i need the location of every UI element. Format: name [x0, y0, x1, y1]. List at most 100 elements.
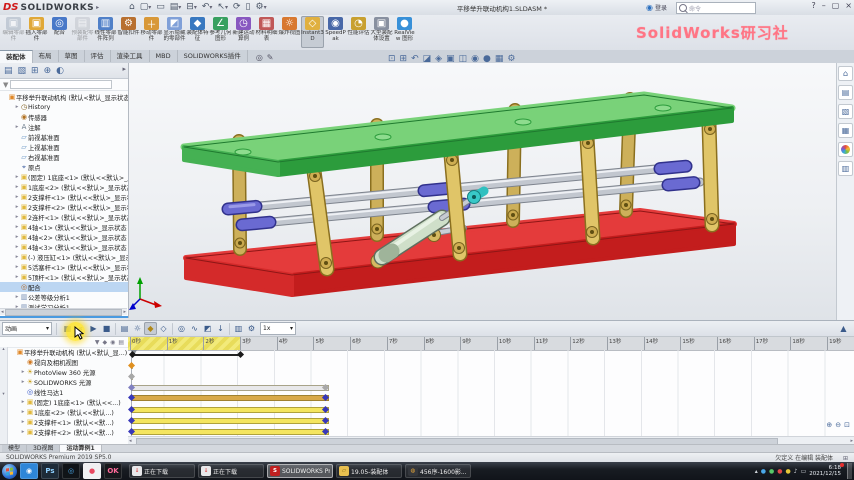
feature-tree-item[interactable]: ▸ ▱ 右视基准面 — [0, 152, 128, 162]
motion-toolbar-button[interactable]: ↓ — [214, 322, 227, 335]
motion-toolbar-button[interactable]: ◩ — [201, 322, 214, 335]
motion-tree-item[interactable]: ▸ ▣ 1底座<2> (默认<<默认...) — [8, 407, 128, 417]
heads-up-button[interactable]: ↶ — [411, 54, 419, 64]
tray-icon[interactable]: ● — [769, 468, 774, 475]
ribbon-button[interactable]: ◔ 性能评估 — [347, 16, 370, 48]
tray-icon[interactable]: ● — [786, 468, 791, 475]
ribbon-button[interactable]: ▦ 材料明细表 — [255, 16, 278, 48]
login-button[interactable]: ◉登录 — [646, 2, 670, 13]
ribbon-tab[interactable]: 布局 — [33, 50, 59, 62]
task-pane-button[interactable]: ▤ — [838, 85, 853, 100]
ribbon-tab[interactable]: 渲染工具 — [111, 50, 150, 62]
quick-toolbar-button[interactable]: ⌂ — [128, 1, 136, 13]
task-pane-button[interactable] — [838, 142, 853, 157]
timeline-row[interactable] — [128, 417, 854, 425]
ribbon-tab[interactable]: 草图 — [59, 50, 85, 62]
feature-tree-item[interactable]: ▸ ▣ 5活塞杆<1> (默认<<默认>_显示状态 1>) — [0, 262, 128, 272]
pinned-app-button[interactable]: Ps — [41, 463, 59, 479]
duration-key-point[interactable] — [237, 351, 244, 358]
ribbon-tab[interactable]: SOLIDWORKS插件 — [178, 50, 248, 62]
feature-tree-item[interactable]: ▸ ▣ 2支撑杆<1> (默认<<默认>_显示状态 1>) — [0, 192, 128, 202]
ribbon-button[interactable]: ＋ 移动零部件 — [140, 16, 163, 48]
ribbon-button[interactable]: ◇ Instant3D — [301, 16, 324, 48]
motion-toolbar-button[interactable]: ▤ — [118, 322, 131, 335]
motion-timeline[interactable]: 0秒1秒2秒3秒4秒5秒6秒7秒8秒9秒10秒11秒12秒13秒14秒15秒16… — [128, 337, 854, 444]
tray-icon[interactable]: ▭ — [801, 468, 807, 475]
quick-toolbar-button[interactable]: ↶▾ — [201, 1, 214, 13]
motion-filter-icon[interactable]: ◉ — [110, 339, 115, 346]
heads-up-button[interactable]: ● — [483, 54, 491, 64]
feature-tree-item[interactable]: ▸ ◷ History — [0, 102, 128, 112]
feature-tree-item[interactable]: ▸ ▣ (固定) 1底座<1> (默认<<默认>_显示状态 1>) — [0, 172, 128, 182]
timeline-rows[interactable]: ⊕⊖⊡ — [128, 350, 854, 437]
feature-tree-item[interactable]: ▸ ▱ 前视基准面 — [0, 132, 128, 142]
tab-row-tool-icon[interactable]: ◎ — [256, 53, 263, 62]
tab-row-tool-icon[interactable]: ✎ — [267, 53, 274, 62]
timeline-scrollbar[interactable]: ◂▸ — [128, 436, 854, 444]
feature-tree-item[interactable]: ▸ ▣ 2连杆<1> (默认<<默认>_显示状态 1>) — [0, 212, 128, 222]
heads-up-button[interactable]: ◉ — [471, 54, 479, 64]
timeline-row[interactable] — [128, 384, 854, 392]
quick-toolbar-button[interactable]: ▭ — [155, 1, 166, 13]
ribbon-tab[interactable]: 评估 — [85, 50, 111, 62]
panel-tab-icon[interactable]: ▤ — [4, 66, 13, 76]
study-type-dropdown[interactable]: 动画▾ — [2, 322, 52, 335]
tray-icon[interactable]: ▴ — [755, 468, 758, 475]
filter-icon[interactable]: ▼ — [3, 81, 8, 89]
timeline-row[interactable] — [128, 394, 854, 402]
timeline-row[interactable] — [128, 362, 854, 370]
playback-speed-dropdown[interactable]: 1x▾ — [260, 322, 296, 335]
motion-tree-item[interactable]: ▸ ◉ 视向及相机视图 — [8, 357, 128, 367]
quick-toolbar-button[interactable]: ⚙▾ — [254, 1, 267, 13]
motion-toolbar-button[interactable] — [229, 323, 230, 335]
study-tab[interactable]: 模型 — [2, 445, 27, 452]
panel-tab-icon[interactable]: ⊕ — [44, 66, 52, 76]
motion-tree-item[interactable]: ▸ ☀ PhotoView 360 光源 — [8, 367, 128, 377]
feature-tree-item[interactable]: ▸ ▣ 平移举升联动机构 (默认<默认_显示状态-1>) — [0, 92, 128, 102]
pinned-app-button[interactable]: OK — [104, 463, 122, 479]
ribbon-button[interactable]: ☼ 爆炸视图 — [278, 16, 301, 48]
motion-tree-item[interactable]: ▸ ▣ 平移举升联动机构 (默认<默认_显...) — [8, 347, 128, 357]
motion-toolbar-button[interactable]: ▥ — [232, 322, 245, 335]
motion-tree-item[interactable]: ▸ ☀ SOLIDWORKS 光源 — [8, 377, 128, 387]
ribbon-button[interactable]: ⚙ 智能扣件 — [117, 16, 140, 48]
panel-splitter[interactable] — [0, 316, 128, 318]
quick-toolbar-button[interactable]: ▯ — [245, 1, 252, 13]
ribbon-button[interactable]: ◆ 装配体特征 — [186, 16, 209, 48]
motion-tree-item[interactable]: ▸ ▣ (固定) 1底座<1> (默认<<...) — [8, 397, 128, 407]
heads-up-button[interactable]: ⊞ — [400, 54, 408, 64]
change-bar[interactable] — [131, 407, 329, 413]
tray-icon[interactable]: ● — [761, 468, 766, 475]
taskbar-task-button[interactable]: ◍ 456序-1600影... — [405, 464, 471, 478]
pinned-app-button[interactable]: ◉ — [20, 463, 38, 479]
panel-tab-icon[interactable]: ▧ — [18, 66, 27, 76]
motion-tree-item[interactable]: ▸ ▣ 2支撑杆<1> (默认<<默...) — [8, 417, 128, 427]
change-bar[interactable] — [131, 385, 329, 391]
maximize-button[interactable]: ▢ — [832, 1, 840, 10]
ribbon-button[interactable]: ● RealView 图形 — [393, 16, 416, 48]
feature-tree-item[interactable]: ▸ ▣ 4轴<3> (默认<<默认>_显示状态 1>) — [0, 242, 128, 252]
ribbon-button[interactable]: ▣ 大型装配体设置 — [370, 16, 393, 48]
timeline-zoom-icon[interactable]: ⊖ — [835, 421, 841, 429]
flyout-arrow-icon[interactable]: ▸ — [122, 65, 126, 73]
change-bar[interactable] — [131, 418, 329, 424]
tray-icon[interactable]: ♪ — [794, 468, 798, 475]
task-pane-button[interactable]: ▥ — [838, 161, 853, 176]
ribbon-button[interactable]: ▣ 编辑零部件 — [2, 16, 25, 48]
motion-toolbar-button[interactable]: ⚙ — [245, 322, 258, 335]
motion-filter-icon[interactable]: ▼ — [95, 339, 100, 346]
ribbon-button[interactable]: ◎ 配合 — [48, 16, 71, 48]
tree-horizontal-scrollbar[interactable]: ◂▸ — [0, 308, 127, 315]
motion-filter-icon[interactable]: ▤ — [118, 339, 124, 346]
change-bar[interactable] — [131, 429, 329, 435]
motion-toolbar-button[interactable] — [115, 323, 116, 335]
motion-toolbar-button[interactable]: ■ — [100, 322, 113, 335]
quick-toolbar-button[interactable]: ▤▾ — [169, 1, 183, 13]
heads-up-button[interactable]: ⊡ — [388, 54, 396, 64]
taskbar-task-button[interactable]: ↓ 正在下载 — [129, 464, 195, 478]
start-button[interactable] — [2, 464, 17, 479]
heads-up-button[interactable]: ▣ — [446, 54, 455, 64]
panel-tab-icon[interactable]: ⊞ — [31, 66, 39, 76]
motion-tree-item[interactable]: ▸ ◎ 线性马达1 — [8, 387, 128, 397]
timeline-zoom-icon[interactable]: ⊡ — [844, 421, 850, 429]
